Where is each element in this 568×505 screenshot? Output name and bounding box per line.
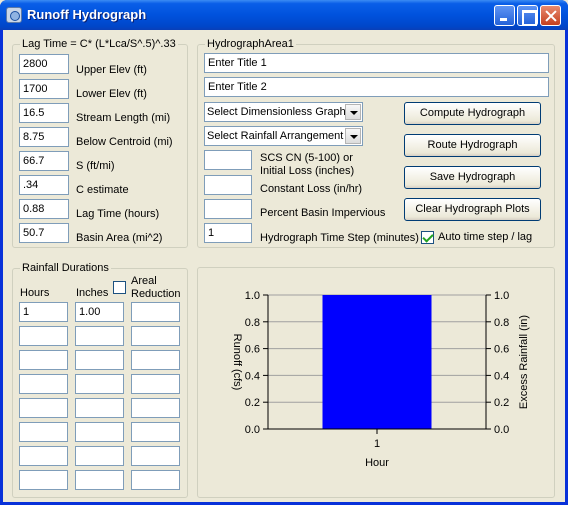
x-axis-title: Hour — [365, 457, 389, 469]
constant-loss-label: Constant Loss (in/hr) — [260, 183, 363, 195]
hours-cell[interactable] — [19, 470, 68, 490]
y-tick-label: 0.8 — [245, 317, 260, 329]
dimensionless-graph-value: Select Dimensionless Graph — [207, 106, 346, 118]
maximize-button[interactable] — [517, 5, 538, 26]
title1-input[interactable]: Enter Title 1 — [204, 53, 549, 73]
inches-cell[interactable] — [75, 422, 124, 442]
reduction-cell[interactable] — [131, 470, 180, 490]
time-step-input[interactable]: 1 — [204, 223, 252, 243]
inches-cell[interactable] — [75, 326, 124, 346]
lower-elev-label: Lower Elev (ft) — [76, 88, 147, 100]
chevron-down-icon[interactable] — [345, 104, 361, 120]
chart-bar — [322, 295, 432, 429]
y-axis-title: Runoff (cfs) — [231, 334, 243, 391]
c-estimate-input[interactable]: .34 — [19, 175, 69, 195]
y2-tick-label: 0.4 — [494, 370, 509, 382]
lag-time-formula-label: Lag Time = C* (L*Lca/S^.5)^.33 — [20, 38, 178, 50]
reduction-cell[interactable] — [131, 446, 180, 466]
c-estimate-label: C estimate — [76, 184, 129, 196]
save-hydrograph-button[interactable]: Save Hydrograph — [404, 166, 541, 189]
hours-cell[interactable] — [19, 446, 68, 466]
y-tick-label: 0.2 — [245, 397, 260, 409]
y2-tick-label: 0.2 — [494, 397, 509, 409]
auto-time-step-checkbox[interactable] — [421, 231, 434, 244]
reduction-cell[interactable] — [131, 350, 180, 370]
areal-reduction-checkbox[interactable] — [113, 281, 126, 294]
window-title: Runoff Hydrograph — [27, 7, 147, 22]
lower-elev-input[interactable]: 1700 — [19, 79, 69, 99]
inches-column-header: Inches — [76, 287, 109, 299]
stream-length-input[interactable]: 16.5 — [19, 103, 69, 123]
y-tick-label: 0.6 — [245, 344, 260, 356]
route-hydrograph-button[interactable]: Route Hydrograph — [404, 134, 541, 157]
minimize-button[interactable] — [494, 5, 515, 26]
y-tick-label: 0.4 — [245, 370, 260, 382]
auto-time-step-label: Auto time step / lag — [438, 231, 533, 243]
y2-tick-label: 1.0 — [494, 290, 509, 302]
basin-area-input[interactable]: 50.7 — [19, 223, 69, 243]
scs-cn-label: SCS CN (5-100) or — [260, 152, 353, 164]
hours-column-header: Hours — [20, 287, 50, 299]
inches-cell[interactable] — [75, 446, 124, 466]
app-icon — [6, 7, 22, 23]
inches-cell[interactable]: 1.00 — [75, 302, 124, 322]
lag-time-label: Lag Time (hours) — [76, 208, 160, 220]
inches-cell[interactable] — [75, 398, 124, 418]
areal-label: Areal — [131, 275, 157, 287]
hours-cell[interactable] — [19, 326, 68, 346]
close-button[interactable] — [540, 5, 561, 26]
percent-impervious-label: Percent Basin Impervious — [260, 207, 386, 219]
hours-cell[interactable] — [19, 374, 68, 394]
scs-cn-input[interactable] — [204, 150, 252, 170]
hours-cell[interactable] — [19, 398, 68, 418]
hours-cell[interactable] — [19, 350, 68, 370]
reduction-cell[interactable] — [131, 326, 180, 346]
reduction-cell[interactable] — [131, 398, 180, 418]
reduction-label: Reduction — [131, 288, 181, 300]
y-tick-label: 1.0 — [245, 290, 260, 302]
lag-time-input[interactable]: 0.88 — [19, 199, 69, 219]
compute-hydrograph-button[interactable]: Compute Hydrograph — [404, 102, 541, 125]
y2-tick-label: 0.8 — [494, 317, 509, 329]
hours-cell[interactable]: 1 — [19, 302, 68, 322]
slope-input[interactable]: 66.7 — [19, 151, 69, 171]
title-bar[interactable]: Runoff Hydrograph — [0, 0, 568, 30]
slope-label: S (ft/mi) — [76, 160, 115, 172]
y-tick-label: 0.0 — [245, 424, 260, 436]
chevron-down-icon[interactable] — [345, 128, 361, 144]
inches-cell[interactable] — [75, 350, 124, 370]
rainfall-arrangement-select[interactable]: Select Rainfall Arrangement — [204, 126, 363, 146]
upper-elev-label: Upper Elev (ft) — [76, 64, 147, 76]
inches-cell[interactable] — [75, 374, 124, 394]
hydrograph-chart-panel: 0.0 0.0 0.2 0.2 0.4 0.4 0.6 0.6 0.8 0.8 1.0 1.0 1 Hou… — [197, 267, 555, 498]
basin-area-label: Basin Area (mi^2) — [76, 232, 163, 244]
client-area: Lag Time = C* (L*Lca/S^.5)^.33 2800 Uppe… — [3, 30, 565, 502]
constant-loss-input[interactable] — [204, 175, 252, 195]
stream-length-label: Stream Length (mi) — [76, 112, 171, 124]
initial-loss-label: Initial Loss (inches) — [260, 165, 355, 177]
app-window: Runoff Hydrograph Lag Time = C* (L*Lca/S… — [0, 0, 568, 505]
hours-cell[interactable] — [19, 422, 68, 442]
reduction-cell[interactable] — [131, 302, 180, 322]
below-centroid-label: Below Centroid (mi) — [76, 136, 173, 148]
time-step-label: Hydrograph Time Step (minutes) — [260, 232, 419, 244]
x-tick-label: 1 — [374, 438, 380, 450]
y2-axis-title: Excess Rainfall (in) — [518, 315, 530, 409]
inches-cell[interactable] — [75, 470, 124, 490]
percent-impervious-input[interactable] — [204, 199, 252, 219]
hydrograph-chart: 0.0 0.0 0.2 0.2 0.4 0.4 0.6 0.6 0.8 0.8 1.0 1.0 1 Hou… — [231, 290, 530, 469]
hydrograph-area-label: HydrographArea1 — [205, 38, 296, 50]
y2-tick-label: 0.0 — [494, 424, 509, 436]
reduction-cell[interactable] — [131, 422, 180, 442]
clear-hydrograph-plots-button[interactable]: Clear Hydrograph Plots — [404, 198, 541, 221]
below-centroid-input[interactable]: 8.75 — [19, 127, 69, 147]
reduction-cell[interactable] — [131, 374, 180, 394]
rainfall-arrangement-value: Select Rainfall Arrangement — [207, 130, 344, 142]
upper-elev-input[interactable]: 2800 — [19, 54, 69, 74]
title2-input[interactable]: Enter Title 2 — [204, 77, 549, 97]
dimensionless-graph-select[interactable]: Select Dimensionless Graph — [204, 102, 363, 122]
y2-tick-label: 0.6 — [494, 344, 509, 356]
rainfall-durations-label: Rainfall Durations — [20, 262, 111, 274]
